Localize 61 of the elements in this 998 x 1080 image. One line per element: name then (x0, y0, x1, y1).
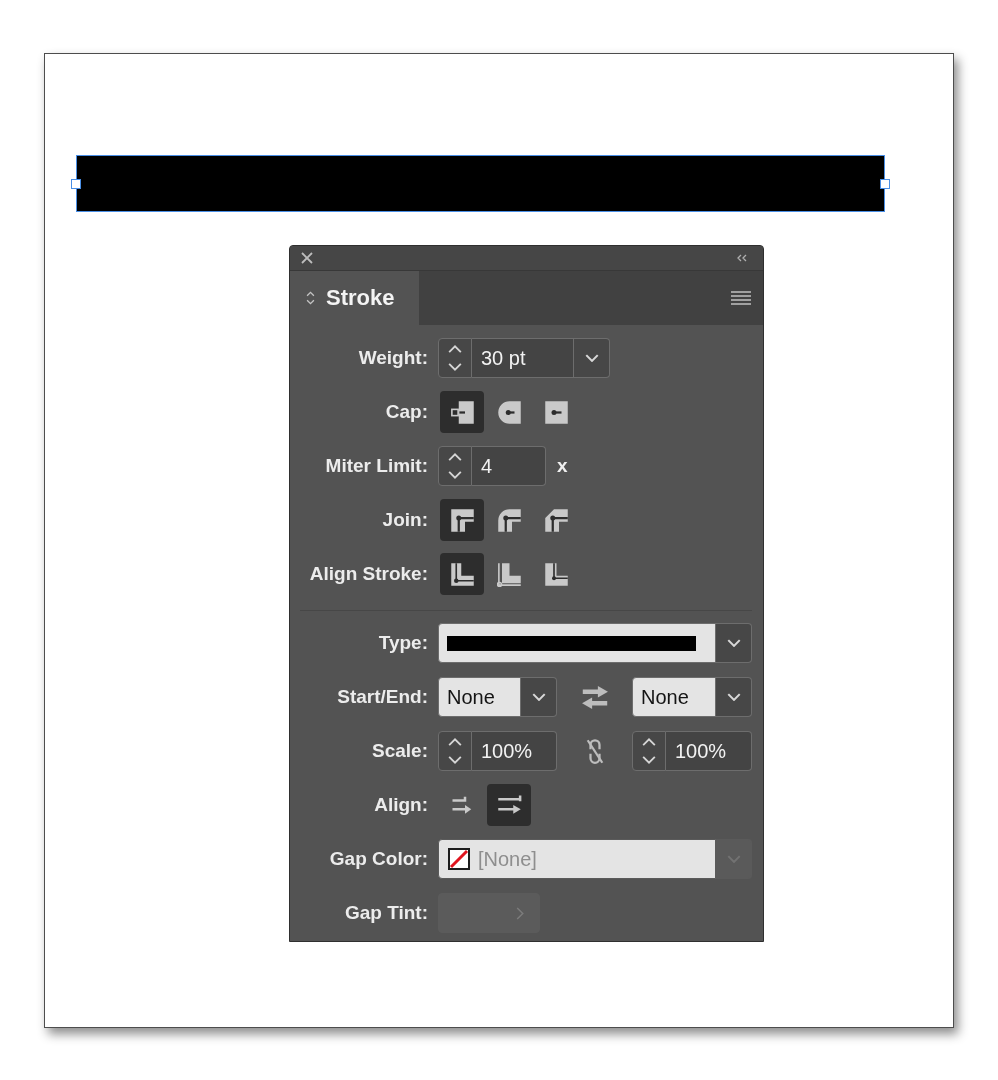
number-field[interactable]: 30 pt (472, 338, 574, 378)
selection-handle[interactable] (71, 179, 81, 189)
square-cap-icon (543, 399, 569, 425)
outside-stroke-icon (543, 561, 569, 587)
close-icon[interactable] (301, 252, 313, 264)
up-down-chevron-icon (448, 345, 462, 371)
miter-join-icon (449, 507, 475, 533)
broken-chain-icon[interactable] (585, 737, 604, 765)
select-field[interactable]: None (438, 677, 521, 717)
round-join-icon (496, 507, 522, 533)
option-toggle-button[interactable] (440, 499, 484, 541)
field-label: Cap: (384, 401, 428, 423)
round-cap-icon (496, 399, 522, 425)
chevron-down-icon (584, 354, 599, 362)
field-label: Weight: (357, 347, 428, 369)
field-label: Start/End: (336, 686, 428, 708)
panel-tab[interactable]: Stroke (290, 271, 419, 325)
number-field[interactable]: 4 (472, 446, 546, 486)
field-label: Type: (377, 632, 428, 654)
field-label: Gap Color: (328, 848, 428, 870)
stepper-button[interactable] (438, 338, 472, 378)
selection-handle[interactable] (880, 179, 890, 189)
field-label: Gap Tint: (343, 902, 428, 924)
chevron-down-icon (726, 855, 741, 863)
unit-label: x (557, 455, 568, 477)
number-field[interactable]: 100% (666, 731, 752, 771)
center-stroke-icon (449, 561, 475, 587)
option-toggle-button[interactable] (440, 553, 484, 595)
field-label: Align Stroke: (308, 563, 428, 585)
field-label: Align: (373, 794, 428, 816)
inside-stroke-icon (496, 561, 522, 587)
collapse-icon[interactable] (736, 254, 748, 262)
swatch-name: [None] (478, 847, 537, 871)
up-down-chevron-icon (642, 738, 656, 764)
chevron-down-icon (726, 639, 741, 647)
swap-arrows-icon[interactable] (581, 685, 608, 709)
option-toggle-button[interactable] (440, 391, 484, 433)
up-down-icon (306, 291, 315, 305)
none-swatch-icon (448, 848, 470, 870)
chevron-down-icon (531, 693, 546, 701)
field-label: Scale: (371, 740, 428, 762)
stepper-button[interactable] (438, 446, 472, 486)
up-down-chevron-icon (448, 738, 462, 764)
chevron-down-icon (726, 693, 741, 701)
chevron-right-icon (516, 906, 524, 920)
field-label: Miter Limit: (324, 455, 428, 477)
option-toggle-button[interactable] (487, 784, 531, 826)
field-label: Join: (381, 509, 428, 531)
line-type-field[interactable] (438, 623, 716, 663)
number-field[interactable]: 100% (472, 731, 557, 771)
dropdown-button[interactable] (716, 623, 752, 663)
up-down-chevron-icon (448, 453, 462, 479)
dropdown-button[interactable] (574, 338, 610, 378)
select-field[interactable]: None (632, 677, 716, 717)
stepper-button[interactable] (632, 731, 666, 771)
dropdown-button[interactable] (521, 677, 557, 717)
butt-cap-icon (449, 399, 475, 425)
stepper-button[interactable] (438, 731, 472, 771)
menu-icon[interactable] (731, 291, 751, 305)
dropdown-button[interactable] (716, 677, 752, 717)
bevel-join-icon (543, 507, 569, 533)
